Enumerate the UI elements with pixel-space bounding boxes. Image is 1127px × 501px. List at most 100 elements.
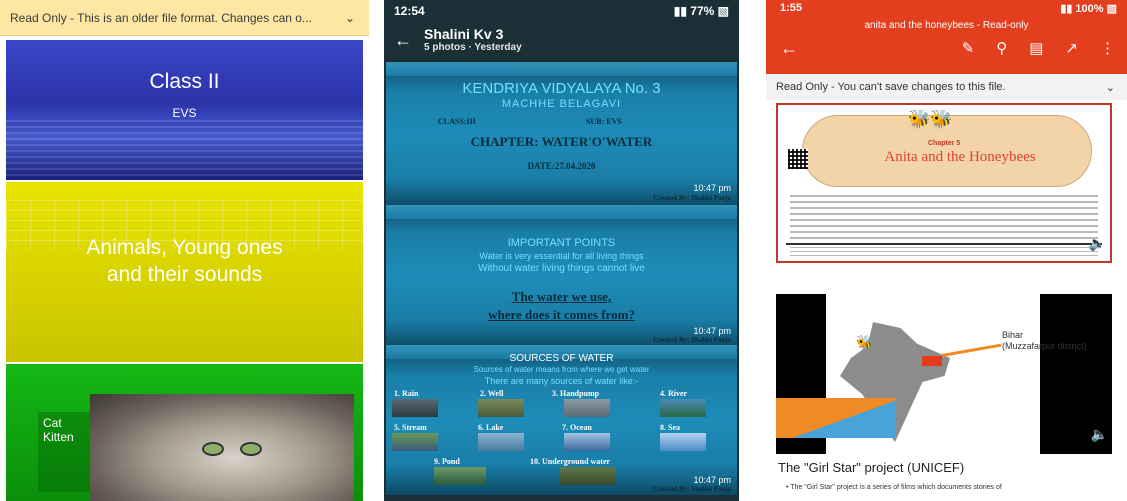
credit-label: Created By: Shalini Pooja [653,485,731,493]
document-page-1[interactable]: 🐝🐝 Chapter 5 Anita and the Honeybees 🔈 [776,103,1112,263]
slide-title-line: Animals, Young ones [86,236,283,259]
read-only-banner[interactable]: Read Only - This is an older file format… [0,0,369,36]
river-image [660,399,706,417]
slide-title: Class II [149,70,220,93]
signal-icon: ▮▮ [673,4,691,18]
photo-time: 10:47 pm [693,475,731,485]
slide-cat[interactable]: Cat Kitten [6,364,363,501]
chapter-title: Anita and the Honeybees [884,149,1036,165]
status-time: 1:55 [780,2,803,14]
slide-title: Animals, Young ones and their sounds [6,234,363,288]
viewer-panel-1: Read Only - This is an older file format… [0,0,369,501]
bee-icon: 🐝🐝 [908,109,953,129]
gallery-panel: 12:54 ▮▮ 77% ▧ ← Shalini Kv 3 5 photos ·… [384,0,739,501]
sea-image [660,433,706,451]
chevron-down-icon[interactable]: ⌄ [1106,81,1115,94]
source-item: 5. Stream [394,423,427,432]
points-line: Without water living things cannot live [478,263,645,274]
qr-code [788,149,808,169]
source-item: 4. River [660,389,688,398]
sources-line: There are many sources of water like:- [484,376,639,386]
school-place: MACHHE BELAGAVI [501,98,622,110]
source-item: 10. Underground water [530,457,611,466]
cat-eye [240,442,262,456]
text-line [790,231,1098,233]
battery-icon: ▧ [717,4,729,18]
cat-photo [90,394,354,501]
date-label: DATE:27.04.2020 [527,161,596,171]
question-line: where does it comes from? [488,307,635,322]
photo-slide-points[interactable]: IMPORTANT POINTS Water is very essential… [386,205,737,348]
document-page-2[interactable]: 🐝 Bihar (Muzzafarpur district) 🔈 [776,294,1112,454]
read-only-bar[interactable]: Read Only - You can't save changes to th… [766,74,1127,100]
source-item: 9. Pond [434,457,460,466]
back-arrow-icon[interactable]: ← [780,38,798,59]
source-item: 7. Ocean [562,423,592,432]
album-subtitle: 5 photos · Yesterday [424,42,522,53]
lake-image [478,433,524,451]
bee-icon: 🐝 [856,334,874,350]
doc-title: anita and the honeybees - Read-only [864,20,1029,31]
animal-label-line: Kitten [43,430,74,444]
read-only-text: Read Only - You can't save changes to th… [776,81,1006,93]
share-icon[interactable]: ↗ [1065,39,1078,57]
photo-slide-sources[interactable]: SOURCES OF WATER Sources of water means … [386,345,737,495]
more-options-icon[interactable]: ⋮ [1100,39,1115,57]
animal-label: Cat Kitten [43,416,74,444]
points-heading: IMPORTANT POINTS [507,237,616,249]
word-toolbar: ← ✎ ⚲ ▤ ↗ ⋮ [780,36,1115,60]
girlstar-bullet: • The "Girl Star" project is a series of… [786,484,1002,491]
toolbar-actions: ✎ ⚲ ▤ ↗ ⋮ [962,39,1115,57]
read-only-banner-text: Read Only - This is an older file format… [10,10,312,25]
school-name: KENDRIYA VIDYALAYA No. 3 [462,80,661,97]
slide-animals[interactable]: Animals, Young ones and their sounds [6,182,363,362]
chapter-label: CHAPTER: WATER'O'WATER [470,134,653,149]
map-label-line: Bihar [1002,330,1024,340]
source-item: 2. Well [480,389,504,398]
subject-label: SUB: EVS [586,117,622,126]
map-label: Bihar (Muzzafarpur district) [1002,330,1087,352]
text-line [790,207,1098,209]
chapter-label: Chapter 5 [928,140,961,147]
battery-icon: ▧ [1106,3,1117,15]
underground-water-image [560,467,616,485]
slide-class-ii[interactable]: Class II EVS [6,40,363,180]
credit-label: Created By: Shalini Pooja [653,336,731,344]
photo-time: 10:47 pm [693,183,731,193]
status-bar: 1:55 ▮▮ 100% ▧ [780,2,1117,15]
word-viewer-panel: 1:55 ▮▮ 100% ▧ anita and the honeybees -… [766,0,1127,501]
sources-line: Sources of water means from where we get… [473,365,650,374]
text-line [790,219,1098,221]
battery-percent: 77% [690,4,715,18]
points-line: Water is very essential for all living t… [479,251,644,261]
search-icon[interactable]: ⚲ [996,39,1007,57]
class-label: CLASS:III [438,117,476,126]
status-bar: 12:54 ▮▮ 77% ▧ [384,0,739,22]
source-item: 8. Sea [660,423,680,432]
back-arrow-icon[interactable]: ← [394,30,424,51]
signal-icon: ▮▮ [1060,3,1076,15]
text-line [790,213,1098,215]
rain-image [392,399,438,417]
word-header: 1:55 ▮▮ 100% ▧ anita and the honeybees -… [766,0,1127,74]
text-line [790,237,1098,239]
speaker-icon[interactable]: 🔈 [1091,426,1108,443]
credit-label: Created By: Shalini Pooja [653,194,731,202]
source-item: 1. Rain [394,389,419,398]
text-line [790,255,1098,256]
edit-pencil-icon[interactable]: ✎ [962,39,975,57]
slide-subtitle: EVS [172,106,197,120]
chevron-down-icon[interactable]: ⌄ [345,11,355,25]
album-app-bar: ← Shalini Kv 3 5 photos · Yesterday [384,22,739,58]
text-line [790,251,1098,252]
battery-percent: 100% [1075,3,1104,15]
source-item: 3. Handpump [552,389,600,398]
photo-slide-title[interactable]: KENDRIYA VIDYALAYA No. 3 MACHHE BELAGAVI… [386,62,737,208]
divider [786,243,1102,245]
ocean-image [564,433,610,451]
bihar-highlight [922,356,942,366]
speaker-icon[interactable]: 🔈 [1089,235,1106,252]
read-mode-icon[interactable]: ▤ [1029,39,1043,57]
source-item: 6. Lake [478,423,504,432]
sources-grid: 1. Rain 2. Well 3. Handpump 4. River 5. … [392,389,732,489]
